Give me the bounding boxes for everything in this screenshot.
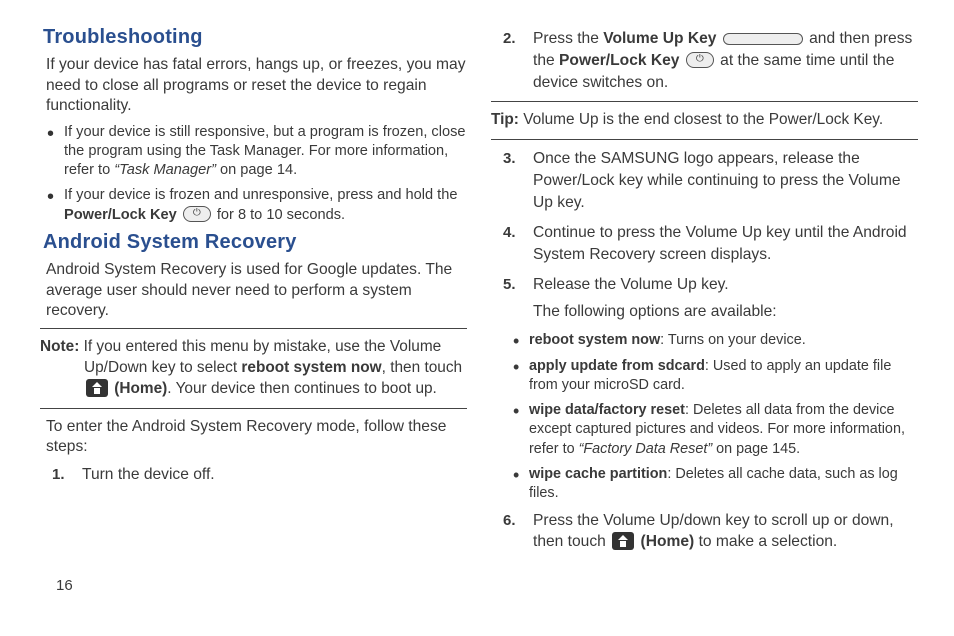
step-item: 3. Once the SAMSUNG logo appears, releas… xyxy=(497,148,918,213)
heading-troubleshooting: Troubleshooting xyxy=(43,26,467,49)
power-lock-key-label: Power/Lock Key xyxy=(64,207,177,223)
volume-up-key-label: Volume Up Key xyxy=(603,30,716,47)
option-wipe-data-label: wipe data/factory reset xyxy=(529,402,685,418)
option-wipe-cache-label: wipe cache partition xyxy=(529,466,667,482)
list-item: wipe cache partition: Deletes all cache … xyxy=(513,465,918,504)
home-label: (Home) xyxy=(641,533,695,550)
list-item: If your device is still responsive, but … xyxy=(46,123,467,181)
step-number: 3. xyxy=(503,148,516,169)
task-manager-ref: “Task Manager” xyxy=(114,162,216,178)
text: If your device is frozen and unresponsiv… xyxy=(64,187,457,203)
note-block: Note: If you entered this menu by mistak… xyxy=(40,328,467,409)
list-item: reboot system now: Turns on your device. xyxy=(513,331,918,350)
text: on page 145. xyxy=(712,441,800,457)
text: . Your device then continues to boot up. xyxy=(167,380,437,397)
step-item: 1. Turn the device off. xyxy=(46,464,467,486)
step-item: 4. Continue to press the Volume Up key u… xyxy=(497,222,918,266)
step-number: 2. xyxy=(503,28,516,49)
text: Release the Volume Up key. xyxy=(533,276,729,293)
text: for 8 to 10 seconds. xyxy=(217,207,345,223)
left-column: Troubleshooting If your device has fatal… xyxy=(40,26,467,590)
power-key-icon xyxy=(183,206,211,222)
manual-page: Troubleshooting If your device has fatal… xyxy=(0,0,954,600)
home-icon xyxy=(86,379,108,397)
step-item: 6. Press the Volume Up/down key to scrol… xyxy=(497,510,918,554)
power-lock-key-label: Power/Lock Key xyxy=(559,52,679,69)
troubleshooting-list: If your device is still responsive, but … xyxy=(46,123,467,225)
steps-list-left: 1. Turn the device off. xyxy=(46,464,467,486)
right-column: 2. Press the Volume Up Key and then pres… xyxy=(491,26,918,590)
text: Volume Up is the end closest to the Powe… xyxy=(519,111,883,128)
text: The following options are available: xyxy=(533,301,918,323)
text: : Turns on your device. xyxy=(660,332,806,348)
power-key-icon xyxy=(686,52,714,68)
text: Turn the device off. xyxy=(82,466,215,483)
list-item: If your device is frozen and unresponsiv… xyxy=(46,186,467,225)
troubleshooting-intro: If your device has fatal errors, hangs u… xyxy=(46,55,467,117)
recovery-intro: Android System Recovery is used for Goog… xyxy=(46,260,467,322)
steps-list-right-c: 6. Press the Volume Up/down key to scrol… xyxy=(497,510,918,554)
text: Continue to press the Volume Up key unti… xyxy=(533,224,907,263)
option-apply-update-label: apply update from sdcard xyxy=(529,358,705,374)
note-label: Note: xyxy=(40,338,79,355)
steps-list-right-b: 3. Once the SAMSUNG logo appears, releas… xyxy=(497,148,918,323)
text: Once the SAMSUNG logo appears, release t… xyxy=(533,150,901,211)
recovery-options-list: reboot system now: Turns on your device.… xyxy=(513,331,918,503)
page-number: 16 xyxy=(56,577,73,594)
volume-up-key-icon xyxy=(723,33,803,45)
step-number: 4. xyxy=(503,222,516,243)
text: Press the xyxy=(533,30,603,47)
step-number: 1. xyxy=(52,464,65,485)
recovery-enter-steps-intro: To enter the Android System Recovery mod… xyxy=(46,417,467,458)
list-item: apply update from sdcard: Used to apply … xyxy=(513,357,918,396)
tip-label: Tip: xyxy=(491,111,519,128)
steps-list-right-a: 2. Press the Volume Up Key and then pres… xyxy=(497,28,918,93)
reboot-system-now-label: reboot system now xyxy=(241,359,381,376)
step-number: 5. xyxy=(503,274,516,295)
text: , then touch xyxy=(382,359,462,376)
text: to make a selection. xyxy=(694,533,837,550)
tip-block: Tip: Volume Up is the end closest to the… xyxy=(491,101,918,140)
option-reboot-label: reboot system now xyxy=(529,332,660,348)
heading-recovery: Android System Recovery xyxy=(43,231,467,254)
list-item: wipe data/factory reset: Deletes all dat… xyxy=(513,401,918,459)
home-label: (Home) xyxy=(114,380,167,397)
text: on page 14. xyxy=(216,162,297,178)
step-item: 2. Press the Volume Up Key and then pres… xyxy=(497,28,918,93)
factory-reset-ref: “Factory Data Reset” xyxy=(579,441,713,457)
step-item: 5. Release the Volume Up key. The follow… xyxy=(497,274,918,324)
step-number: 6. xyxy=(503,510,516,531)
home-icon xyxy=(612,532,634,550)
